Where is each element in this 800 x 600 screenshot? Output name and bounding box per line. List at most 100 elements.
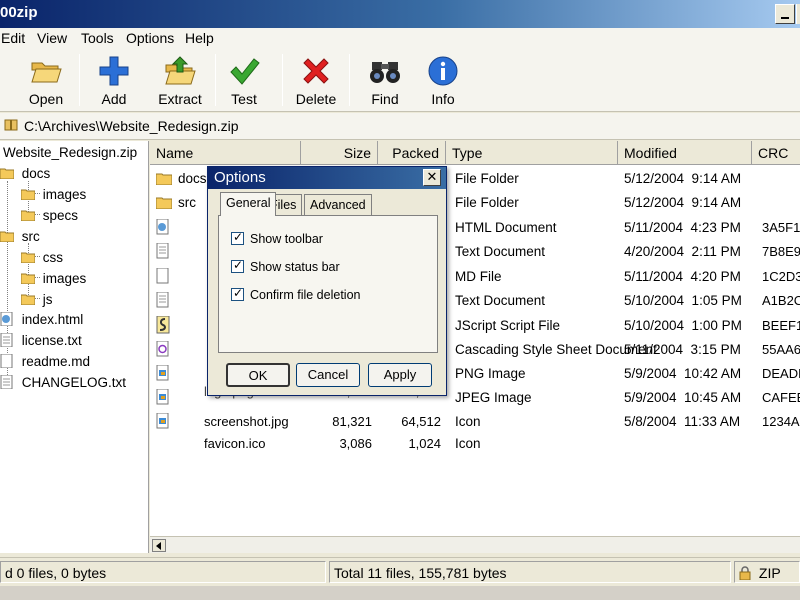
column-header-size[interactable]: Size (301, 141, 378, 165)
file-type: HTML Document (455, 220, 557, 235)
image-file-icon (156, 389, 169, 405)
folder-icon (20, 210, 36, 222)
toolbar: Open Add Extract Test Delete Find Info (0, 48, 800, 112)
find-button[interactable]: Find (355, 54, 415, 107)
file-modified: 5/8/2004 11:33 AM (624, 414, 741, 429)
show-toolbar-checkbox[interactable]: Show toolbar (231, 230, 323, 246)
folder-open-icon (31, 62, 62, 83)
test-button[interactable]: Test (214, 54, 274, 107)
file-name[interactable]: favicon.ico (204, 436, 265, 451)
file-type: Icon (455, 414, 481, 429)
delete-button[interactable]: Delete (286, 54, 346, 107)
maximize-button[interactable] (796, 4, 800, 24)
archive-path[interactable]: C:\Archives\Website_Redesign.zip (24, 118, 239, 134)
folder-icon (0, 168, 15, 180)
checkbox-checked-icon (231, 258, 244, 273)
file-crc: 3A5F1C (762, 220, 800, 235)
plus-icon (99, 56, 129, 86)
options-dialog: Options ✕ General Files Advanced Show to… (207, 166, 447, 396)
file-modified: 5/11/2004 4:23 PM (624, 220, 741, 235)
minimize-button[interactable] (775, 4, 795, 24)
lock-icon (739, 566, 751, 581)
column-header-type[interactable]: Type (446, 141, 618, 165)
info-button[interactable]: Info (413, 54, 473, 107)
column-header-modified[interactable]: Modified (618, 141, 752, 165)
tree-item-docs[interactable]: docs (0, 166, 50, 181)
column-header-crc[interactable]: CRC (752, 141, 800, 165)
extract-folder-icon (165, 56, 196, 85)
checkmark-icon (230, 58, 260, 85)
text-file-icon (156, 292, 169, 308)
tree-item-js[interactable]: js (20, 292, 53, 307)
file-type: Icon (455, 436, 481, 451)
tree-item-readme-md[interactable]: readme.md (0, 353, 90, 369)
file-crc: CAFEBA (762, 390, 800, 405)
dialog-title: Options (208, 167, 446, 189)
file-type: Text Document (455, 293, 546, 308)
extract-button[interactable]: Extract (150, 54, 210, 107)
toolbar-separator (282, 54, 283, 106)
file-type: Text Document (455, 244, 546, 259)
menu-help[interactable]: Help (185, 30, 214, 46)
tab-general[interactable]: General (220, 192, 277, 216)
tab-advanced[interactable]: Advanced (304, 194, 372, 215)
add-button[interactable]: Add (84, 54, 144, 107)
column-header-name[interactable]: Name (150, 141, 301, 165)
tree-root[interactable]: Website_Redesign.zip (3, 145, 137, 160)
menu-tools[interactable]: Tools (81, 30, 114, 46)
file-name[interactable]: src (178, 195, 196, 210)
html-file-icon (0, 311, 13, 327)
file-modified: 5/11/2004 3:15 PM (624, 342, 741, 357)
tree-item-license-txt[interactable]: license.txt (0, 332, 82, 348)
cancel-button[interactable]: Cancel (296, 363, 360, 387)
apply-button[interactable]: Apply (368, 363, 432, 387)
title-bar: 00zip (0, 0, 800, 28)
binoculars-icon (370, 62, 400, 83)
file-size: 3,086 (339, 436, 372, 451)
close-icon[interactable]: ✕ (423, 169, 441, 186)
folder-icon (20, 273, 36, 285)
file-type: MD File (455, 269, 502, 284)
tree-item-src[interactable]: src (0, 229, 40, 244)
tree-item-specs[interactable]: specs (20, 208, 78, 223)
menu-edit[interactable]: Edit (1, 30, 25, 46)
tree-item-changelog-txt[interactable]: CHANGELOG.txt (0, 374, 126, 390)
text-file-icon (0, 332, 13, 348)
toolbar-separator (349, 54, 350, 106)
blank-file-icon (156, 268, 169, 284)
file-name[interactable]: screenshot.jpg (204, 414, 289, 429)
file-type: JPEG Image (455, 390, 532, 405)
text-file-icon (0, 374, 13, 390)
script-file-icon (156, 316, 170, 334)
general-tab-panel: Show toolbar Show status bar Confirm fil… (218, 215, 438, 353)
confirm-deletion-checkbox[interactable]: Confirm file deletion (231, 286, 360, 302)
ok-button[interactable]: OK (226, 363, 290, 387)
file-modified: 5/11/2004 4:20 PM (624, 269, 741, 284)
css-file-icon (156, 341, 169, 357)
menu-options[interactable]: Options (126, 30, 174, 46)
red-x-icon (303, 58, 329, 84)
tree-item-css[interactable]: css (20, 250, 63, 265)
file-type: JScript Script File (455, 318, 561, 333)
tree-item-images[interactable]: images (20, 271, 86, 286)
info-icon (428, 56, 458, 86)
tree-item-index-html[interactable]: index.html (0, 311, 83, 327)
file-crc: 1234AB (762, 414, 800, 429)
file-size: 81,321 (332, 414, 372, 429)
open-button[interactable]: Open (16, 54, 76, 107)
file-crc: 55AA66 (762, 342, 800, 357)
folder-icon (156, 197, 172, 209)
file-name[interactable]: docs (178, 171, 207, 186)
file-modified: 5/10/2004 1:00 PM (624, 318, 742, 333)
column-header-packed[interactable]: Packed (378, 141, 446, 165)
show-status-bar-checkbox[interactable]: Show status bar (231, 258, 340, 274)
blank-file-icon (0, 353, 13, 369)
file-modified: 5/9/2004 10:42 AM (624, 366, 742, 381)
scroll-left-arrow-icon[interactable] (152, 539, 166, 552)
file-type: PNG Image (455, 366, 526, 381)
folder-tree: Website_Redesign.zip docs images specs s… (0, 141, 149, 553)
tree-item-images[interactable]: images (20, 187, 86, 202)
menu-view[interactable]: View (37, 30, 67, 46)
horizontal-scrollbar[interactable] (150, 536, 800, 553)
folder-icon (20, 189, 36, 201)
